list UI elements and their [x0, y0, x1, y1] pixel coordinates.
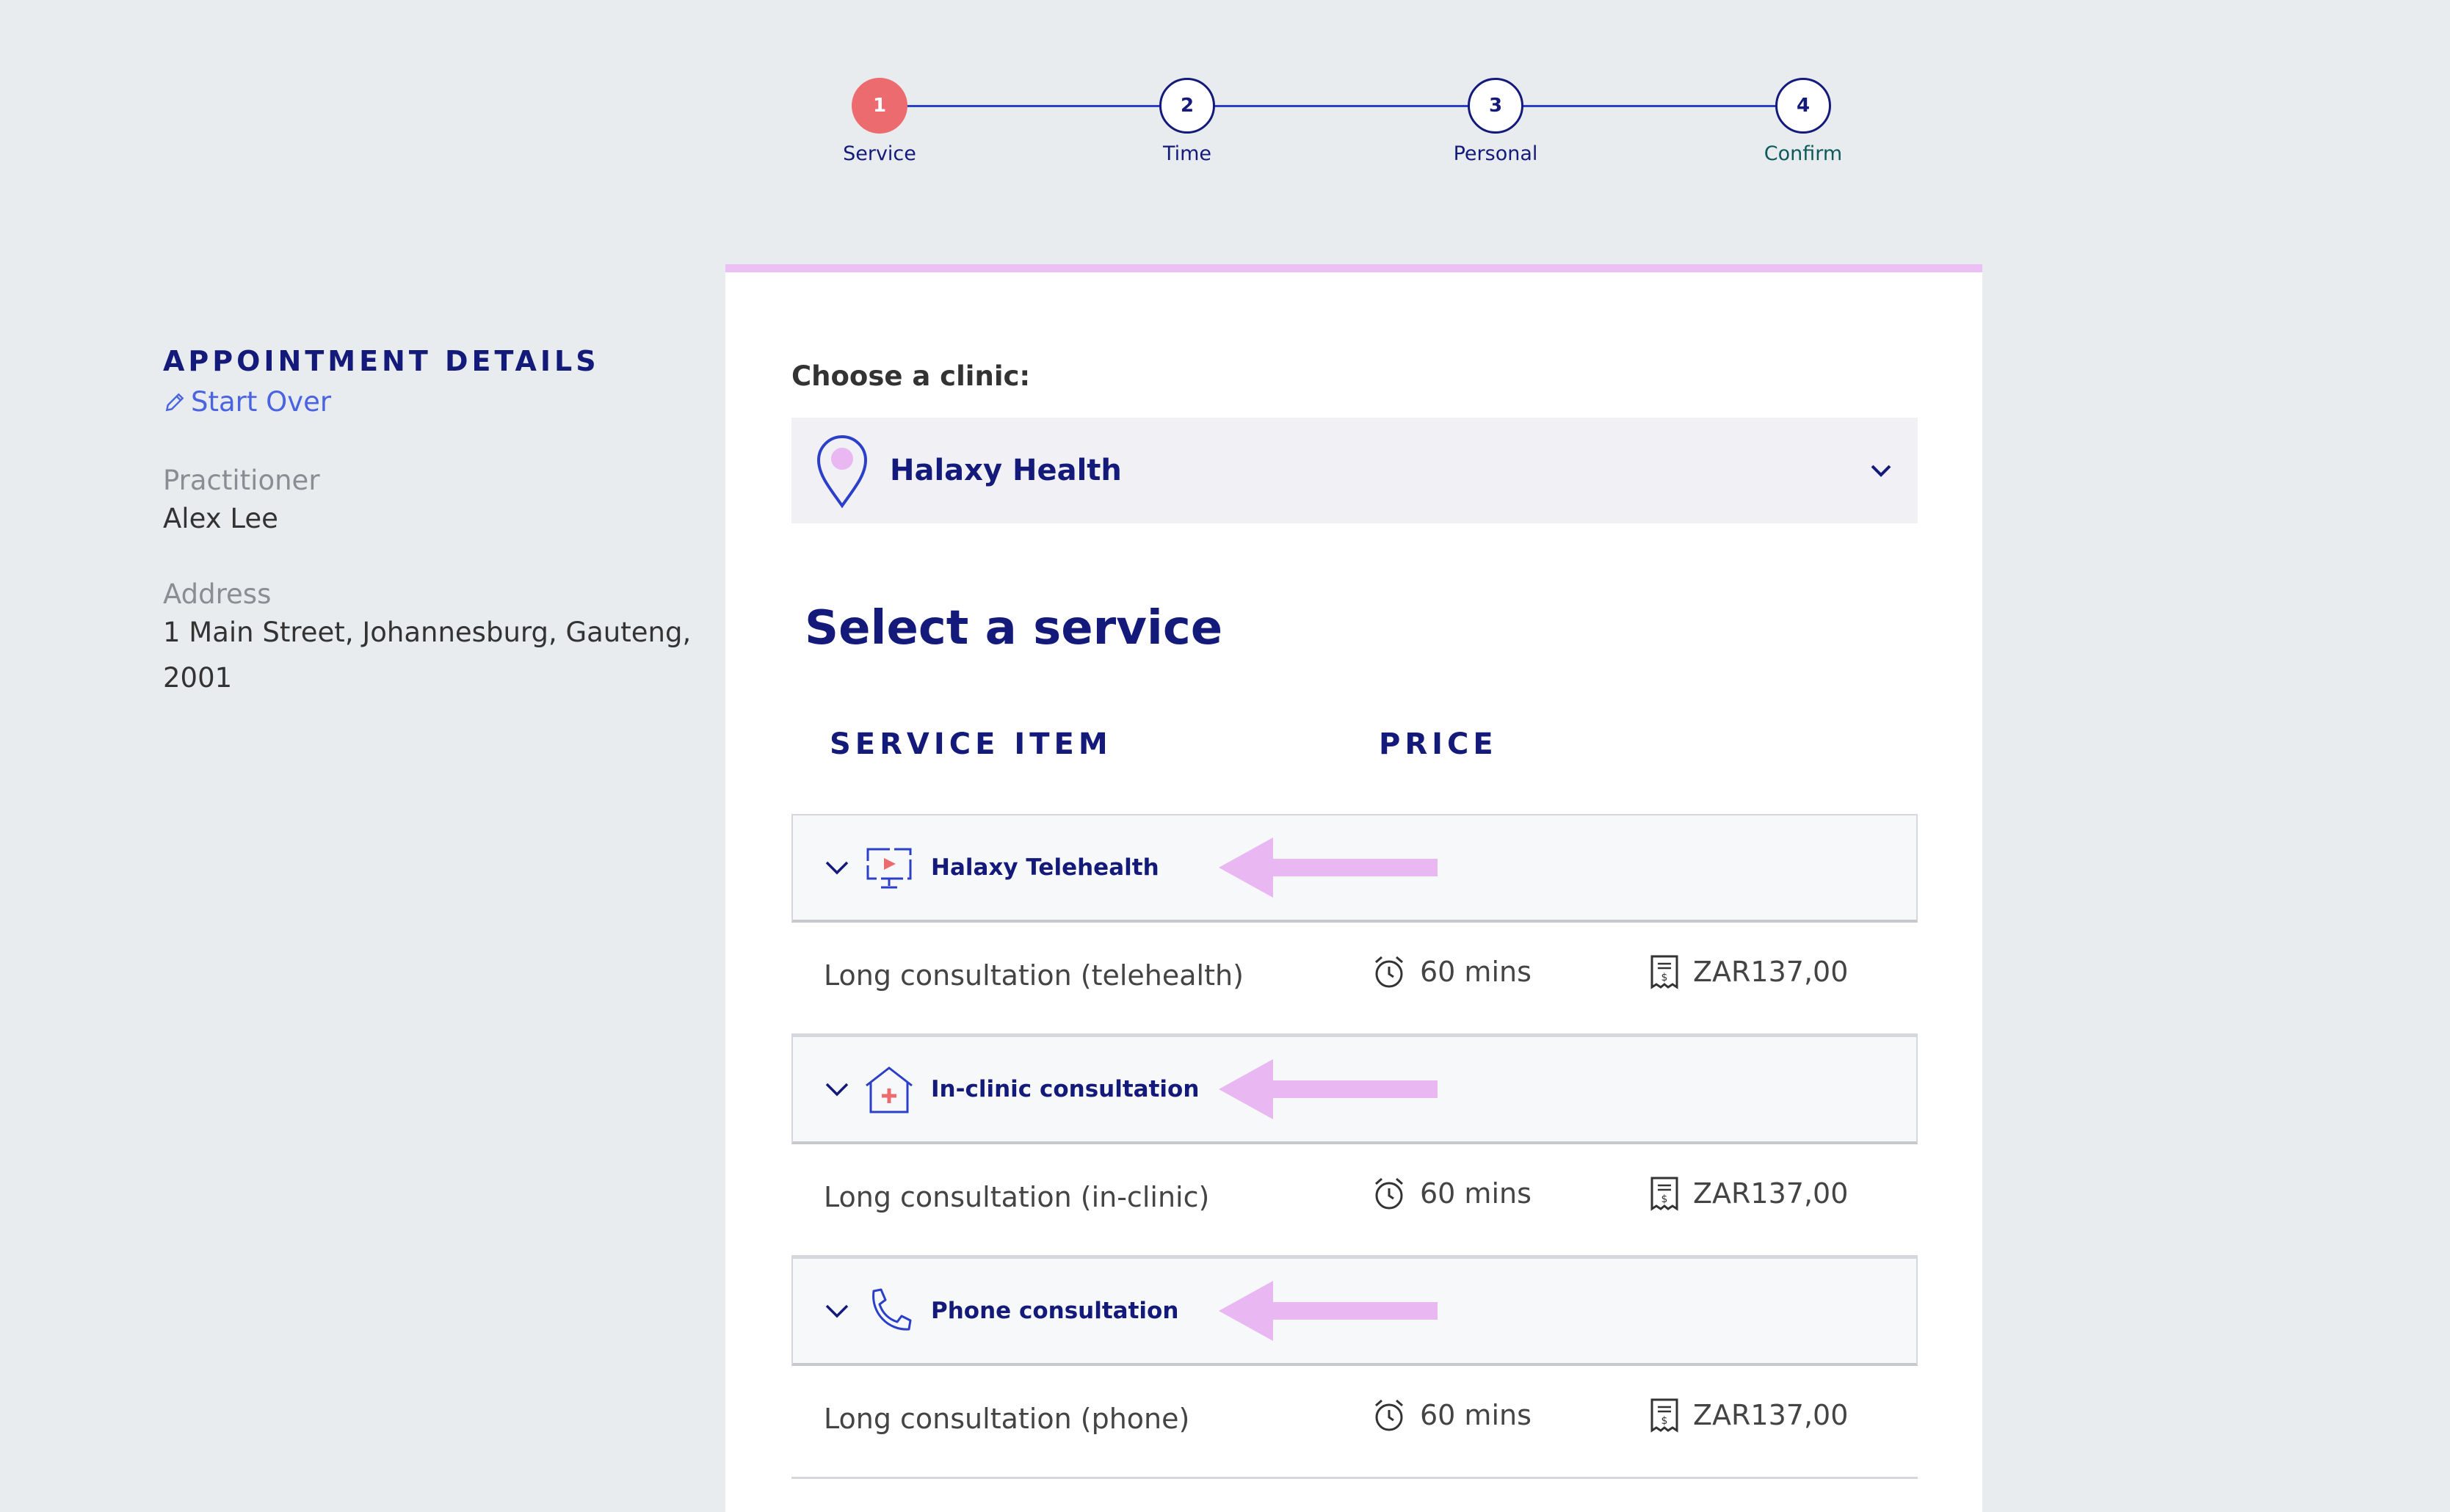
- receipt-icon: $: [1650, 1398, 1678, 1433]
- alarm-clock-icon: [1375, 1177, 1403, 1210]
- annotation-arrow: [1219, 1281, 1438, 1341]
- group-label: Halaxy Telehealth: [931, 854, 1159, 881]
- service-item-duration: 60 mins: [1371, 953, 1532, 990]
- service-item-name: Long consultation (telehealth): [824, 959, 1244, 992]
- address-line-1: 1 Main Street, Johannesburg, Gauteng,: [163, 617, 692, 648]
- receipt-icon: $: [1650, 955, 1678, 989]
- step-confirm[interactable]: 4 Confirm: [1730, 78, 1877, 165]
- step-label: Personal: [1453, 142, 1538, 165]
- annotation-arrow: [1219, 837, 1438, 898]
- service-item-price: $ ZAR137,00: [1649, 1175, 1848, 1212]
- location-pin-icon: [816, 435, 868, 509]
- service-item-duration: 60 mins: [1371, 1175, 1532, 1212]
- start-over-link[interactable]: Start Over: [163, 386, 721, 418]
- service-item-row[interactable]: Long consultation (telehealth) 60 mins $…: [791, 923, 1918, 1036]
- start-over-label: Start Over: [191, 386, 332, 418]
- step-label: Time: [1162, 142, 1212, 165]
- service-item-row[interactable]: Long consultation (phone) 60 mins $ ZAR1…: [791, 1366, 1918, 1479]
- chevron-down-icon: [1871, 465, 1891, 477]
- service-group-phone[interactable]: Phone consultation: [791, 1257, 1918, 1366]
- price-text: ZAR137,00: [1693, 956, 1849, 988]
- clinic-house-cross-icon: [866, 1066, 913, 1113]
- step-number: 1: [852, 78, 907, 134]
- clinic-selected-value: Halaxy Health: [890, 454, 1122, 487]
- service-item-price: $ ZAR137,00: [1649, 1397, 1848, 1433]
- chevron-down-icon: [825, 861, 849, 875]
- annotation-arrow: [1219, 1059, 1438, 1119]
- chevron-down-icon: [825, 1083, 849, 1097]
- duration-text: 60 mins: [1420, 1177, 1532, 1210]
- step-number: 3: [1468, 78, 1523, 134]
- telehealth-monitor-icon: [866, 848, 912, 889]
- address-label: Address: [163, 578, 272, 610]
- booking-card: Choose a clinic: Halaxy Health Select a …: [725, 264, 1982, 1512]
- svg-text:$: $: [1661, 972, 1668, 984]
- service-item-duration: 60 mins: [1371, 1397, 1532, 1433]
- pencil-icon: [165, 393, 184, 411]
- address-line-2: 2001: [163, 662, 233, 694]
- duration-text: 60 mins: [1420, 956, 1532, 988]
- svg-text:$: $: [1661, 1415, 1668, 1427]
- step-service[interactable]: 1 Service: [806, 78, 953, 165]
- step-time[interactable]: 2 Time: [1114, 78, 1261, 165]
- service-group-in-clinic[interactable]: In-clinic consultation: [791, 1036, 1918, 1144]
- service-group-telehealth[interactable]: Halaxy Telehealth: [791, 814, 1918, 923]
- service-item-row[interactable]: Long consultation (in-clinic) 60 mins $ …: [791, 1144, 1918, 1257]
- clinic-label: Choose a clinic:: [791, 360, 1031, 392]
- duration-text: 60 mins: [1420, 1399, 1532, 1431]
- price-text: ZAR137,00: [1693, 1177, 1849, 1210]
- step-label: Service: [843, 142, 916, 165]
- service-item-price: $ ZAR137,00: [1649, 953, 1848, 990]
- service-item-name: Long consultation (phone): [824, 1403, 1190, 1435]
- alarm-clock-icon: [1375, 1399, 1403, 1431]
- svg-text:$: $: [1661, 1193, 1668, 1205]
- price-text: ZAR137,00: [1693, 1399, 1849, 1431]
- service-item-name: Long consultation (in-clinic): [824, 1181, 1210, 1213]
- chevron-down-icon: [825, 1304, 849, 1318]
- price-header: PRICE: [1379, 727, 1498, 761]
- step-personal[interactable]: 3 Personal: [1422, 78, 1569, 165]
- service-item-header: SERVICE ITEM: [830, 727, 1112, 761]
- step-label: Confirm: [1764, 142, 1843, 165]
- group-label: In-clinic consultation: [931, 1076, 1200, 1102]
- select-service-title: Select a service: [805, 601, 1223, 655]
- practitioner-label: Practitioner: [163, 465, 320, 496]
- phone-icon: [872, 1288, 912, 1331]
- practitioner-value: Alex Lee: [163, 503, 278, 534]
- step-number: 4: [1775, 78, 1831, 134]
- receipt-icon: $: [1650, 1177, 1678, 1211]
- clinic-dropdown[interactable]: Halaxy Health: [791, 418, 1918, 523]
- progress-stepper: 1 Service 2 Time 3 Personal 4 Confirm: [0, 0, 2450, 191]
- alarm-clock-icon: [1375, 956, 1403, 988]
- group-label: Phone consultation: [931, 1298, 1179, 1324]
- step-number: 2: [1159, 78, 1215, 134]
- stepper-line: [907, 105, 1805, 107]
- appointment-details-title: APPOINTMENT DETAILS: [163, 345, 600, 377]
- appointment-details-panel: APPOINTMENT DETAILS Start Over Practitio…: [163, 345, 721, 701]
